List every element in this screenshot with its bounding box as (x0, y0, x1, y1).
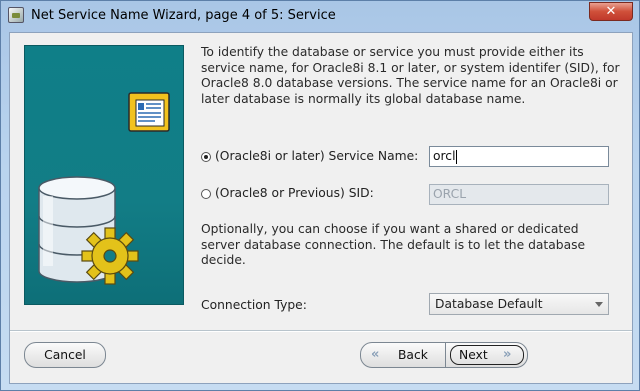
service-name-value: orcl (433, 149, 456, 163)
title-bar[interactable]: Net Service Name Wizard, page 4 of 5: Se… (1, 1, 639, 32)
document-icon (128, 92, 170, 132)
illustration-graphic (38, 92, 170, 285)
wizard-illustration (24, 45, 184, 305)
next-focus-ring (450, 345, 524, 365)
sid-input: ORCL (429, 184, 609, 205)
window-title: Net Service Name Wizard, page 4 of 5: Se… (31, 8, 336, 23)
connection-type-value: Database Default (435, 297, 543, 311)
wizard-window: Net Service Name Wizard, page 4 of 5: Se… (0, 0, 640, 391)
app-icon (8, 7, 24, 23)
sid-label: (Oracle8 or Previous) SID: (215, 186, 374, 200)
service-name-label: (Oracle8i or later) Service Name: (215, 149, 419, 163)
wizard-content: To identify the database or service you … (9, 32, 633, 384)
connection-type-select[interactable]: Database Default (429, 293, 609, 315)
back-label: Back (398, 348, 428, 362)
connection-note: Optionally, you can choose if you want a… (201, 222, 586, 268)
intro-text: To identify the database or service you … (201, 45, 620, 106)
navigation-buttons: « Back Next » (360, 342, 528, 368)
sid-radio[interactable] (201, 189, 211, 199)
chevron-down-icon (595, 302, 603, 307)
gear-icon (81, 227, 139, 285)
service-name-input[interactable]: orcl (429, 146, 609, 167)
chevron-left-icon: « (371, 347, 380, 362)
service-name-radio[interactable] (201, 152, 211, 162)
text-caret (455, 149, 457, 164)
back-button[interactable]: « Back (361, 343, 445, 367)
connection-type-label: Connection Type: (201, 298, 307, 312)
close-button[interactable]: ✕ (589, 2, 633, 21)
cancel-button[interactable]: Cancel (24, 342, 106, 368)
button-divider (10, 330, 632, 332)
